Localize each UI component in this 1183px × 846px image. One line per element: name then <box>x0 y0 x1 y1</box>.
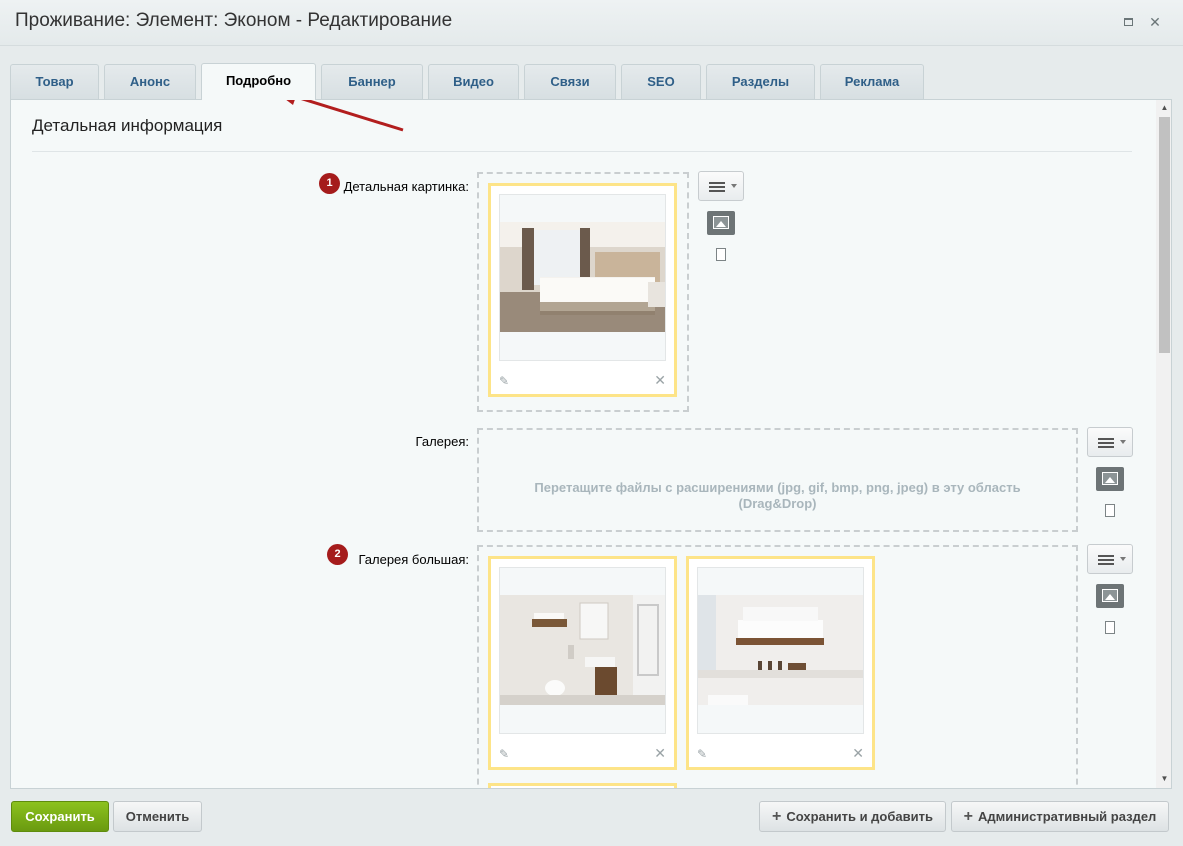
bedroom-photo <box>500 222 665 332</box>
gallery-big-card-1: ✎ ✕ <box>488 556 677 770</box>
save-and-add-button[interactable]: + Сохранить и добавить <box>759 801 946 832</box>
pencil-icon[interactable]: ✎ <box>697 747 707 761</box>
save-and-add-label: Сохранить и добавить <box>786 809 933 824</box>
tab-anons[interactable]: Анонс <box>104 64 196 99</box>
file-source-icon[interactable] <box>1105 621 1115 634</box>
scroll-down-icon[interactable]: ▼ <box>1159 774 1170 783</box>
gallery-menu-button[interactable] <box>1087 427 1133 457</box>
image-preview[interactable] <box>697 567 864 734</box>
image-preview[interactable] <box>499 567 666 734</box>
tab-podrobno[interactable]: Подробно <box>201 63 316 100</box>
pencil-icon[interactable]: ✎ <box>499 747 509 761</box>
gallery-label: Галерея: <box>415 434 469 449</box>
tab-banner[interactable]: Баннер <box>321 64 423 99</box>
tab-tovar[interactable]: Товар <box>10 64 99 99</box>
gallery-dropzone-hint-dragdrop: (Drag&Drop) <box>738 496 817 511</box>
maximize-icon[interactable] <box>1121 15 1135 29</box>
gallery-big-label: Галерея большая: <box>358 552 469 567</box>
pencil-icon[interactable]: ✎ <box>499 374 509 388</box>
image-source-icon[interactable] <box>1096 584 1124 608</box>
delete-icon[interactable]: ✕ <box>654 372 666 389</box>
gallery-big-card-2: ✎ ✕ <box>686 556 875 770</box>
section-title: Детальная информация <box>32 116 223 135</box>
tab-content: Детальная информация 1 Детальная картинк… <box>10 99 1172 789</box>
section-divider <box>32 151 1132 152</box>
tab-seo[interactable]: SEO <box>621 64 701 99</box>
window-title-bar: Проживание: Элемент: Эконом - Редактиров… <box>0 0 1183 46</box>
close-icon[interactable]: ✕ <box>1148 15 1162 29</box>
detail-picture-menu-button[interactable] <box>698 171 744 201</box>
gallery-dropzone-hint: Перетащите файлы с расширениями (jpg, gi… <box>534 480 1021 495</box>
plus-icon: + <box>963 808 974 825</box>
delete-icon[interactable]: ✕ <box>852 745 864 762</box>
scrollbar-thumb[interactable] <box>1159 117 1170 353</box>
image-source-icon[interactable] <box>1096 467 1124 491</box>
detail-picture-card: ✎ ✕ <box>488 183 677 397</box>
save-button[interactable]: Сохранить <box>11 801 109 832</box>
cancel-button[interactable]: Отменить <box>113 801 202 832</box>
file-source-icon[interactable] <box>1105 504 1115 517</box>
towel-shelf-photo <box>698 595 863 705</box>
admin-section-button[interactable]: + Административный раздел <box>951 801 1169 832</box>
file-source-icon[interactable] <box>716 248 726 261</box>
image-source-icon[interactable] <box>707 211 735 235</box>
bathroom-photo <box>500 595 665 705</box>
gallery-big-menu-button[interactable] <box>1087 544 1133 574</box>
window-title: Проживание: Элемент: Эконом - Редактиров… <box>15 10 453 31</box>
gallery-big-card-3 <box>488 783 677 788</box>
image-preview[interactable] <box>499 194 666 361</box>
scroll-up-icon[interactable]: ▲ <box>1159 103 1170 112</box>
admin-section-label: Административный раздел <box>978 809 1157 824</box>
tab-razdely[interactable]: Разделы <box>706 64 815 99</box>
detail-picture-label: Детальная картинка: <box>343 179 469 194</box>
plus-icon: + <box>772 808 782 825</box>
annotation-arrow-icon <box>286 100 404 132</box>
tab-video[interactable]: Видео <box>428 64 519 99</box>
gallery-dropzone[interactable]: Перетащите файлы с расширениями (jpg, gi… <box>477 428 1078 532</box>
tab-reklama[interactable]: Реклама <box>820 64 924 99</box>
delete-icon[interactable]: ✕ <box>654 745 666 762</box>
tab-svyazi[interactable]: Связи <box>524 64 616 99</box>
